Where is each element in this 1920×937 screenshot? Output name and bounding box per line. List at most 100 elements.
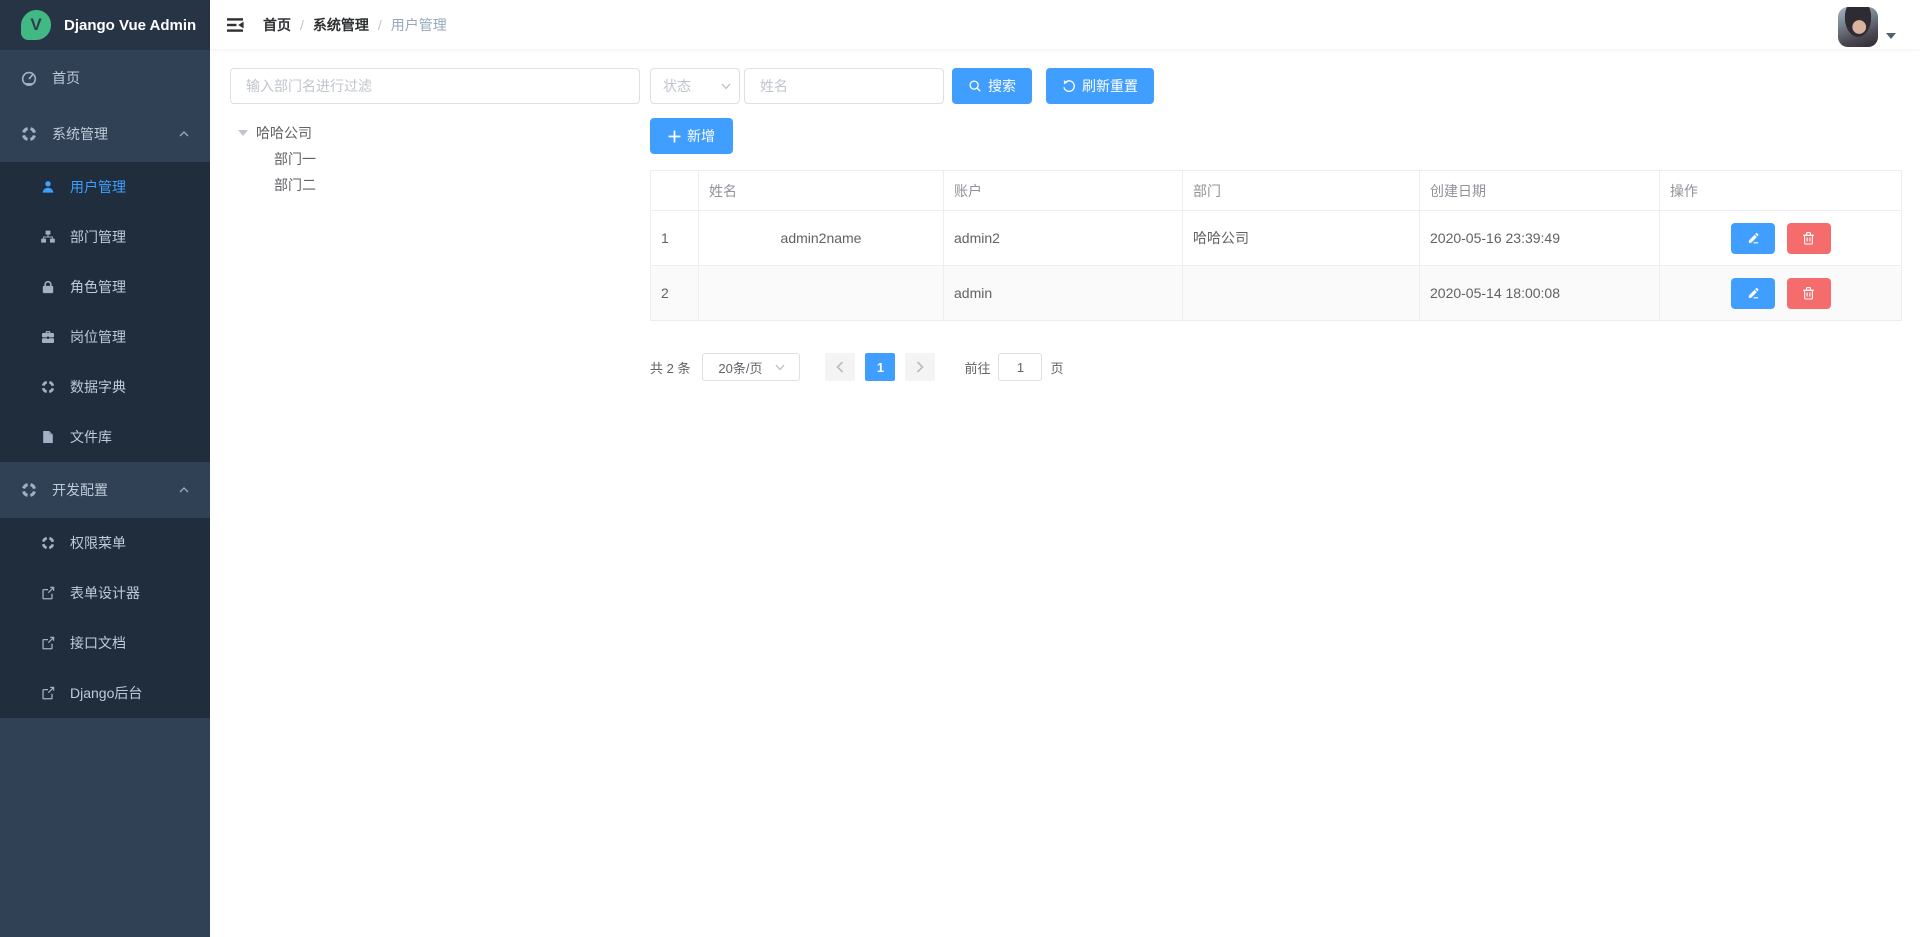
refresh-reset-button-label: 刷新重置 [1082,76,1138,96]
sidebar-toggle-button[interactable] [210,0,261,50]
sidebar-section-dev[interactable]: 开发配置 [0,462,210,518]
aim-icon [20,481,38,499]
aim-icon [40,379,56,395]
table-row: 2 admin 2020-05-14 18:00:08 [651,266,1902,321]
pagination-jumper: 前往 页 [964,353,1063,381]
col-header-index [651,171,699,211]
sidebar-item-label: Django后台 [70,683,142,703]
document-icon [40,429,56,445]
sidebar-item-dictionary[interactable]: 数据字典 [0,362,210,412]
col-header-created: 创建日期 [1420,171,1660,211]
tree-node-label: 哈哈公司 [256,123,312,143]
breadcrumb-home[interactable]: 首页 [263,15,291,35]
breadcrumb-system[interactable]: 系统管理 [313,15,369,35]
edit-button[interactable] [1731,223,1775,254]
cell-index: 2 [651,266,699,321]
prev-page-button[interactable] [825,353,855,381]
trash-icon [1802,231,1815,245]
sidebar-item-label: 部门管理 [70,227,126,247]
lock-icon [40,279,56,295]
sidebar-item-users[interactable]: 用户管理 [0,162,210,212]
user-icon [40,179,56,195]
top-navbar: 首页 / 系统管理 / 用户管理 [210,0,1920,50]
status-select-placeholder: 状态 [663,76,691,96]
sidebar-section-label: 系统管理 [52,124,108,144]
chevron-down-icon [721,83,731,90]
edit-button[interactable] [1731,278,1775,309]
page-number-button[interactable]: 1 [865,353,895,381]
cell-dept: 哈哈公司 [1183,211,1420,266]
submenu-system: 用户管理 部门管理 角色管理 [0,162,210,462]
chevron-down-icon [775,364,785,371]
app-root: V Django Vue Admin 首页 系统管理 用户管理 [0,0,1920,937]
cell-index: 1 [651,211,699,266]
sidebar-item-departments[interactable]: 部门管理 [0,212,210,262]
sidebar-item-label: 接口文档 [70,633,126,653]
tree-node-child[interactable]: 部门二 [230,172,640,198]
status-select[interactable]: 状态 [650,68,740,104]
department-panel: 哈哈公司 部门一 部门二 [230,68,640,381]
dashboard-icon [20,69,38,87]
tree-node-label: 部门一 [274,149,316,169]
col-header-name: 姓名 [699,171,944,211]
sidebar-item-posts[interactable]: 岗位管理 [0,312,210,362]
row-actions [1670,278,1891,309]
pagination-total: 共 2 条 [650,358,690,377]
user-avatar[interactable] [1838,7,1878,47]
sidebar-item-files[interactable]: 文件库 [0,412,210,462]
add-user-button[interactable]: 新增 [650,118,733,154]
tree-node-child[interactable]: 部门一 [230,146,640,172]
pagination: 共 2 条 20条/页 1 [650,353,1902,381]
edit-pencil-icon [1746,286,1760,300]
table-header-row: 姓名 账户 部门 创建日期 操作 [651,171,1902,211]
search-button[interactable]: 搜索 [952,68,1032,104]
vue-logo-icon: V [21,10,51,40]
sidebar-item-label: 用户管理 [70,177,126,197]
cell-name [699,266,944,321]
refresh-reset-button[interactable]: 刷新重置 [1046,68,1154,104]
page-size-select[interactable]: 20条/页 [702,353,800,381]
cell-created: 2020-05-14 18:00:08 [1420,266,1660,321]
col-header-dept: 部门 [1183,171,1420,211]
logo[interactable]: V Django Vue Admin [0,0,210,50]
tree-expand-icon[interactable] [238,130,248,136]
plus-icon [668,130,681,143]
external-link-icon [40,635,56,651]
sidebar-item-roles[interactable]: 角色管理 [0,262,210,312]
goto-page-input[interactable] [998,353,1042,381]
sidebar-section-label: 开发配置 [52,480,108,500]
app-title: Django Vue Admin [64,17,196,34]
sidebar-item-permission-menu[interactable]: 权限菜单 [0,518,210,568]
aim-icon [40,535,56,551]
page-unit-label: 页 [1050,358,1063,377]
next-page-button[interactable] [905,353,935,381]
refresh-icon [1062,79,1076,93]
tree-node-label: 部门二 [274,175,316,195]
chevron-up-icon [178,484,190,496]
breadcrumb-separator: / [300,17,304,33]
org-tree-icon [40,229,56,245]
briefcase-icon [40,329,56,345]
table-row: 1 admin2name admin2 哈哈公司 2020-05-16 23:3… [651,211,1902,266]
sidebar-item-label: 角色管理 [70,277,126,297]
delete-button[interactable] [1787,278,1831,309]
name-filter-input[interactable] [744,68,944,104]
sidebar-item-form-designer[interactable]: 表单设计器 [0,568,210,618]
sidebar-item-home[interactable]: 首页 [0,50,210,106]
sidebar-section-system[interactable]: 系统管理 [0,106,210,162]
cell-account: admin2 [944,211,1183,266]
external-link-icon [40,585,56,601]
breadcrumb-separator: / [378,17,382,33]
cell-dept [1183,266,1420,321]
tree-node-root[interactable]: 哈哈公司 [230,120,640,146]
delete-button[interactable] [1787,223,1831,254]
breadcrumb-current: 用户管理 [391,15,447,35]
sidebar-item-api-docs[interactable]: 接口文档 [0,618,210,668]
edit-pencil-icon [1746,231,1760,245]
user-menu[interactable] [1838,2,1896,47]
sidebar-item-django-admin[interactable]: Django后台 [0,668,210,718]
sidebar-item-label: 首页 [52,68,80,88]
department-filter-input[interactable] [230,68,640,104]
user-table: 姓名 账户 部门 创建日期 操作 1 admin2name admin2 哈哈公 [650,170,1902,321]
sidebar-item-label: 表单设计器 [70,583,140,603]
